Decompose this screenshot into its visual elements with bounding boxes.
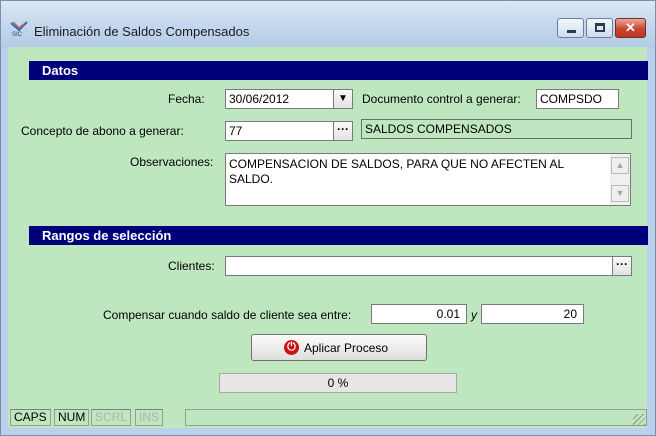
status-num: NUM: [54, 409, 90, 426]
ellipsis-icon: ···: [616, 257, 628, 271]
maximize-button[interactable]: [586, 18, 613, 38]
scroll-up-button[interactable]: ▲: [611, 157, 629, 174]
saldo-max-field[interactable]: 20: [481, 304, 584, 324]
power-process-icon: ⏻: [284, 340, 299, 355]
range-conjunction: y: [471, 308, 477, 322]
compensar-label: Compensar cuando saldo de cliente sea en…: [103, 308, 352, 322]
progress-bar: 0 %: [219, 373, 457, 393]
fecha-field[interactable]: 30/06/2012: [225, 89, 334, 109]
observaciones-text: COMPENSACION DE SALDOS, PARA QUE NO AFEC…: [229, 157, 564, 186]
saldo-min-field[interactable]: 0.01: [371, 304, 467, 324]
close-icon: ✕: [625, 20, 636, 35]
sic-app-icon: SIC: [10, 21, 28, 37]
scroll-down-button[interactable]: ▼: [611, 185, 629, 202]
maximize-icon: [595, 23, 605, 32]
status-bar: CAPS NUM SCRL INS: [8, 406, 647, 428]
apply-process-button[interactable]: ⏻ Aplicar Proceso: [251, 334, 427, 361]
concepto-label: Concepto de abono a generar:: [21, 124, 184, 138]
clientes-label: Clientes:: [168, 259, 215, 273]
observaciones-memo[interactable]: COMPENSACION DE SALDOS, PARA QUE NO AFEC…: [225, 153, 631, 206]
minimize-button[interactable]: [557, 18, 584, 38]
arrow-up-icon: ▲: [615, 160, 625, 170]
observaciones-label: Observaciones:: [130, 155, 214, 169]
documento-label: Documento control a generar:: [362, 92, 521, 106]
concepto-lookup-button[interactable]: ···: [333, 121, 353, 141]
section-header-rangos: Rangos de selección: [29, 226, 648, 245]
close-button[interactable]: ✕: [615, 18, 646, 38]
resize-grip-icon[interactable]: [633, 414, 645, 426]
window-title: Eliminación de Saldos Compensados: [34, 24, 250, 39]
minimize-icon: [567, 30, 576, 33]
observaciones-scrollbar[interactable]: ▲ ▼: [610, 154, 630, 205]
ellipsis-icon: ···: [337, 122, 349, 136]
status-scrl: SCRL: [91, 409, 132, 426]
clientes-lookup-button[interactable]: ···: [612, 256, 632, 276]
section-header-datos: Datos: [29, 61, 648, 80]
fecha-dropdown-button[interactable]: ▼: [333, 89, 353, 109]
status-panel: [185, 409, 647, 426]
apply-process-label: Aplicar Proceso: [304, 341, 389, 355]
title-bar[interactable]: SIC Eliminación de Saldos Compensados ✕: [1, 1, 655, 48]
documento-field[interactable]: COMPSDO: [536, 89, 619, 109]
concepto-description: SALDOS COMPENSADOS: [361, 119, 632, 139]
status-caps: CAPS: [10, 409, 51, 426]
fecha-label: Fecha:: [168, 92, 205, 106]
svg-text:SIC: SIC: [12, 32, 23, 37]
concepto-field[interactable]: 77: [225, 121, 334, 141]
arrow-down-icon: ▼: [615, 188, 625, 198]
clientes-field[interactable]: [225, 256, 613, 276]
status-ins: INS: [135, 409, 164, 426]
chevron-down-icon: ▼: [338, 93, 348, 104]
